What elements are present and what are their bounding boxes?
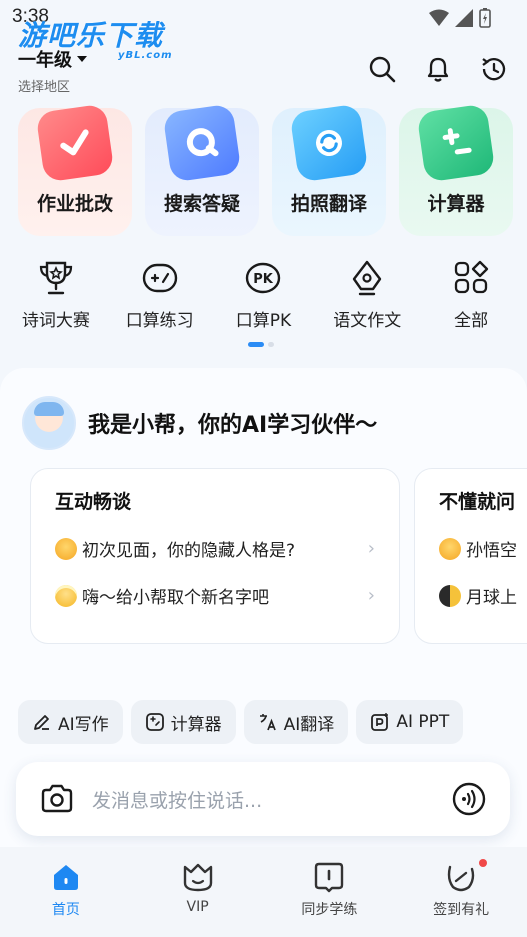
tool-label: 口算PK xyxy=(235,311,292,331)
tool-label: 诗词大赛 xyxy=(21,311,90,331)
check-icon xyxy=(35,103,115,183)
home-icon xyxy=(53,865,78,890)
feature-cards: 作业批改 搜索答疑 拍照翻译 计算器 xyxy=(18,103,518,236)
refresh-icon xyxy=(289,103,369,183)
gamepad-icon xyxy=(138,258,182,298)
chat-suggestion[interactable]: 月球上 xyxy=(439,583,527,608)
card-search-answer[interactable]: 搜索答疑 xyxy=(145,103,259,236)
smile-emoji-icon xyxy=(55,537,77,560)
pen-nib-icon xyxy=(345,258,389,298)
grade-selector[interactable]: 一年级 选择地区 xyxy=(18,46,88,95)
grid-icon xyxy=(449,258,493,298)
message-input-bar[interactable]: 发消息或按住说话... xyxy=(16,762,510,836)
caret-down-icon xyxy=(77,56,87,62)
nav-home[interactable]: 首页 xyxy=(16,861,116,937)
nav-vip[interactable]: VIP xyxy=(148,861,248,937)
search-icon[interactable] xyxy=(367,54,397,84)
search-icon xyxy=(162,103,242,183)
grade-label: 一年级 xyxy=(18,50,72,71)
notification-dot xyxy=(479,859,488,867)
trophy-icon xyxy=(34,258,78,298)
nav-checkin-rewards[interactable]: 签到有礼 xyxy=(411,859,511,937)
chat-suggestion[interactable]: 孙悟空 xyxy=(439,536,527,561)
quick-actions: AI写作 计算器 AI翻译 AI PPT xyxy=(18,700,464,744)
battery-icon xyxy=(479,8,491,28)
tool-chinese-composition[interactable]: 语文作文 xyxy=(317,258,417,331)
card-label: 计算器 xyxy=(427,193,485,215)
crown-face-icon xyxy=(183,863,212,892)
card-homework-check[interactable]: 作业批改 xyxy=(18,103,132,236)
chat-suggestion[interactable]: 嗨～给小帮取个新名字吧 › xyxy=(55,583,375,608)
chat-card-interactive[interactable]: 互动畅谈 初次见面，你的隐藏人格是? › 嗨～给小帮取个新名字吧 › xyxy=(30,468,400,644)
bottom-nav: 首页 VIP 同步学练 签到有礼 xyxy=(0,847,527,937)
tools-row: 诗词大赛 口算练习 PK 口算PK 语文作文 全部 xyxy=(0,258,527,331)
region-label[interactable]: 选择地区 xyxy=(18,76,88,95)
svg-text:PK: PK xyxy=(254,272,275,287)
calculator-icon xyxy=(145,713,164,731)
page-indicator xyxy=(248,342,274,347)
translate-icon xyxy=(259,714,276,731)
chevron-right-icon: › xyxy=(367,585,375,606)
book-icon xyxy=(315,862,344,893)
tool-oral-arithmetic[interactable]: 口算练习 xyxy=(110,258,210,331)
chip-ai-ppt[interactable]: AI PPT xyxy=(356,700,464,744)
bell-icon[interactable] xyxy=(423,54,453,84)
card-label: 作业批改 xyxy=(36,193,113,215)
history-icon[interactable] xyxy=(479,54,509,84)
camera-icon[interactable] xyxy=(40,784,74,814)
plus-minus-icon xyxy=(416,103,496,183)
chip-ai-writing[interactable]: AI写作 xyxy=(18,700,123,744)
ppt-icon xyxy=(371,713,389,731)
pk-icon: PK xyxy=(241,258,285,298)
system-icons xyxy=(429,8,491,28)
card-calculator[interactable]: 计算器 xyxy=(399,103,513,236)
moon-emoji-icon xyxy=(439,584,461,607)
halo-emoji-icon xyxy=(55,584,77,607)
chip-calculator[interactable]: 计算器 xyxy=(130,700,236,744)
checkin-icon xyxy=(447,865,475,892)
tool-oral-pk[interactable]: PK 口算PK xyxy=(213,258,313,331)
avatar[interactable] xyxy=(22,396,76,450)
header-actions xyxy=(367,54,509,84)
smile-emoji-icon xyxy=(439,537,461,560)
tool-label: 语文作文 xyxy=(333,311,402,331)
chat-suggestion[interactable]: 初次见面，你的隐藏人格是? › xyxy=(55,536,375,561)
signal-icon xyxy=(455,9,473,27)
pen-icon xyxy=(34,715,49,730)
message-input[interactable]: 发消息或按住说话... xyxy=(92,786,452,813)
chat-card-ask[interactable]: 不懂就问 孙悟空 月球上 xyxy=(414,468,527,644)
ai-header: 我是小帮，你的AI学习伙伴～ xyxy=(22,396,377,450)
tool-poetry-contest[interactable]: 诗词大赛 xyxy=(6,258,106,331)
ai-title: 我是小帮，你的AI学习伙伴～ xyxy=(88,413,378,438)
wifi-icon xyxy=(429,9,449,26)
tool-label: 全部 xyxy=(454,311,489,331)
card-label: 搜索答疑 xyxy=(163,193,240,215)
voice-icon[interactable] xyxy=(452,782,486,816)
chip-ai-translate[interactable]: AI翻译 xyxy=(243,700,349,744)
chat-card-carousel[interactable]: 互动畅谈 初次见面，你的隐藏人格是? › 嗨～给小帮取个新名字吧 › 不懂就问 … xyxy=(30,468,527,648)
chat-card-heading: 不懂就问 xyxy=(439,487,516,516)
chevron-right-icon: › xyxy=(367,538,375,559)
card-photo-translate[interactable]: 拍照翻译 xyxy=(272,103,386,236)
card-label: 拍照翻译 xyxy=(290,193,367,215)
tool-all[interactable]: 全部 xyxy=(421,258,521,331)
nav-sync-study[interactable]: 同步学练 xyxy=(279,861,379,937)
chat-card-heading: 互动畅谈 xyxy=(55,487,132,516)
tool-label: 口算练习 xyxy=(125,311,194,331)
